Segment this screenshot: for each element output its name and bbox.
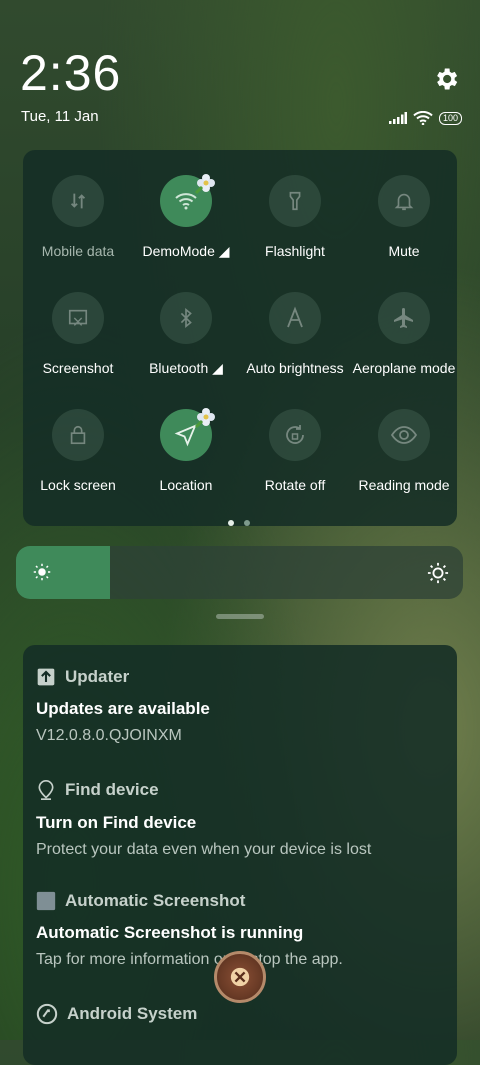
mobile-data-icon [70,193,86,209]
drag-handle[interactable] [216,614,264,619]
flower-sticker-icon [194,174,215,195]
notification-title: Turn on Find device [36,813,197,832]
notification-body: V12.0.8.0.QJOINXM [36,727,182,744]
signal-icon [388,112,407,124]
tile-aeroplane-mode[interactable]: Aeroplane mode [349,292,459,376]
tile-lock-screen[interactable]: Lock screen [23,409,133,493]
square-icon [36,891,56,911]
tile-label: Location [159,477,213,493]
tile-label: DemoMode ◢ [142,243,230,259]
map-pin-icon [38,779,54,800]
gear-icon[interactable] [432,65,460,93]
tile-bluetooth[interactable]: Bluetooth ◢ [131,292,241,377]
notification-title: Automatic Screenshot is running [36,923,304,942]
notification-find-device[interactable]: Find device Turn on Find device Protect … [36,779,446,859]
tile-label: Mute [388,243,420,259]
system-icons: 100 [388,110,462,126]
bell-icon [394,193,414,211]
tile-label: Flashlight [265,243,325,259]
tile-mute[interactable]: Mute [349,175,459,259]
notification-app-row: Automatic Screenshot [36,891,446,911]
page-dot-2[interactable] [244,520,250,526]
lock-icon [70,425,86,445]
android-system-icon [36,1003,58,1025]
status-header: 2:36 Tue, 11 Jan 100 [0,0,480,140]
screenshot-icon [68,309,88,326]
tile-label: Bluetooth ◢ [149,360,223,376]
tile-label: Mobile data [41,243,115,259]
tile-rotate[interactable]: Rotate off [240,409,350,493]
notification-app-row: Find device [36,779,446,801]
tile-label: Screenshot [42,360,114,376]
page-indicator [228,520,250,526]
date[interactable]: Tue, 11 Jan [21,108,99,125]
tile-screenshot[interactable]: Screenshot [23,292,133,376]
tile-location[interactable]: Location [131,408,241,493]
brightness-high-icon [427,562,449,584]
notification-app-row: Updater [36,667,446,687]
airplane-icon [394,308,413,328]
brightness-fill [16,546,110,599]
flashlight-icon [289,191,301,211]
tile-label: Auto brightness [246,360,344,376]
tile-label: Lock screen [40,477,116,493]
page-dot-1[interactable] [228,520,234,526]
notification-app-name: Android System [67,1004,198,1023]
notification-app-name: Find device [65,780,159,799]
tile-label: Aeroplane mode [352,360,456,376]
eye-icon [391,426,417,444]
notification-android-system[interactable]: Android System [36,1003,446,1025]
tile-auto-brightness[interactable]: Auto brightness [240,292,350,376]
notification-body: Protect your data even when your device … [36,841,372,858]
tile-label: Rotate off [264,477,326,493]
bluetooth-icon [180,308,192,328]
tile-label: Reading mode [358,477,450,493]
close-floating-button[interactable] [214,951,266,1003]
notification-app-name: Updater [65,667,130,686]
battery-indicator: 100 [438,111,462,125]
tile-wifi[interactable]: DemoMode ◢ [131,174,241,260]
brightness-low-icon [33,563,51,581]
upload-icon [37,668,55,686]
notification-app-row: Android System [36,1003,446,1025]
flower-sticker-icon [194,408,215,429]
notification-updater[interactable]: Updater Updates are available V12.0.8.0.… [36,667,446,745]
tile-mobile-data[interactable]: Mobile data [23,175,133,259]
quick-settings-panel: Mobile data DemoMode ◢ Flashlight Mute S… [23,150,457,526]
wifi-status-icon [413,111,433,125]
auto-brightness-icon [287,306,303,328]
brightness-slider[interactable] [16,546,463,599]
notification-title: Updates are available [36,699,210,718]
tile-flashlight[interactable]: Flashlight [240,175,350,259]
notification-app-name: Automatic Screenshot [65,891,246,910]
close-icon [230,967,250,987]
rotate-icon [286,425,304,444]
tile-reading-mode[interactable]: Reading mode [349,409,459,493]
clock[interactable]: 2:36 [20,44,121,102]
